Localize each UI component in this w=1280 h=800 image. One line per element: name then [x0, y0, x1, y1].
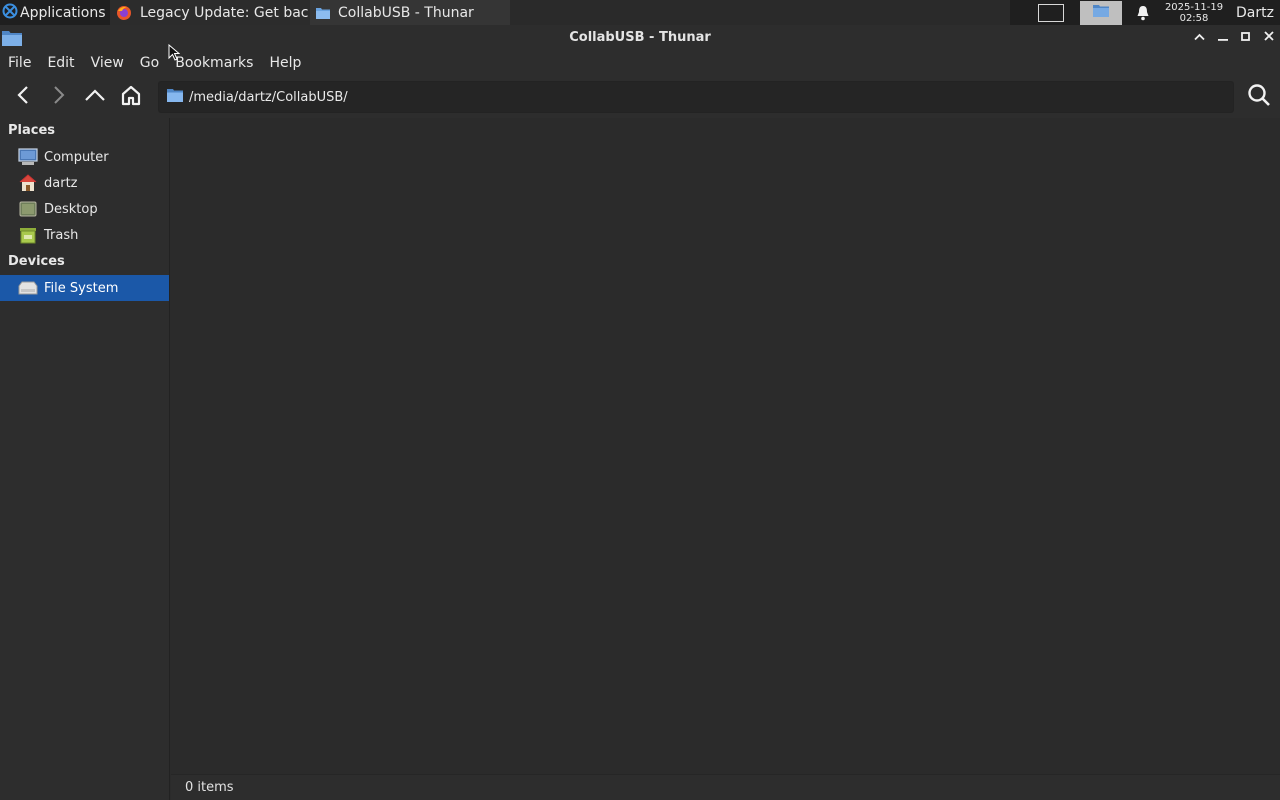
- sidebar-item-trash[interactable]: Trash: [0, 222, 169, 248]
- desktop-icon: [18, 200, 38, 218]
- applications-label: Applications: [20, 4, 106, 21]
- trash-icon: [18, 226, 38, 244]
- menu-bookmarks[interactable]: Bookmarks: [175, 55, 253, 71]
- sidebar-item-label: Desktop: [44, 201, 98, 217]
- back-button[interactable]: [8, 82, 38, 112]
- maximize-icon: [1241, 30, 1250, 45]
- sidebar-item-desktop[interactable]: Desktop: [0, 196, 169, 222]
- applications-menu-button[interactable]: Applications: [0, 0, 110, 25]
- home-icon: [120, 84, 142, 110]
- menu-go[interactable]: Go: [140, 55, 159, 71]
- taskbar-task-firefox[interactable]: Legacy Update: Get bac...: [110, 0, 310, 25]
- taskbar: Applications Legacy Update: Get bac... C…: [0, 0, 1280, 25]
- maximize-button[interactable]: [1238, 28, 1253, 46]
- clock[interactable]: 2025-11-19 02:58: [1162, 2, 1226, 24]
- taskbar-tray: 2025-11-19 02:58 Dartz: [1010, 0, 1280, 25]
- sidebar-item-label: dartz: [44, 175, 78, 191]
- window-controls: [1192, 28, 1276, 46]
- computer-icon: [18, 148, 38, 166]
- taskbar-task-label: Legacy Update: Get bac...: [140, 4, 310, 21]
- sidebar-item-label: Computer: [44, 149, 109, 165]
- taskbar-task-thunar[interactable]: CollabUSB - Thunar: [310, 0, 510, 25]
- drive-icon: [18, 279, 38, 297]
- menu-bar: File Edit View Go Bookmarks Help: [0, 50, 1280, 76]
- chevron-right-icon: [53, 85, 65, 109]
- chevron-left-icon: [17, 85, 29, 109]
- taskbar-empty-area: [510, 0, 1010, 25]
- chevron-up-icon: [1194, 30, 1205, 45]
- minimize-button[interactable]: [1215, 28, 1230, 46]
- home-button[interactable]: [116, 82, 146, 112]
- location-path: /media/dartz/CollabUSB/: [189, 89, 348, 105]
- folder-icon: [316, 7, 330, 19]
- close-button[interactable]: [1261, 28, 1276, 46]
- sidebar-item-dartz[interactable]: dartz: [0, 170, 169, 196]
- clock-date: 2025-11-19: [1164, 1, 1224, 13]
- mouse-cursor-icon: [168, 43, 181, 66]
- clock-time: 02:58: [1179, 12, 1209, 24]
- workspace-button[interactable]: [1080, 0, 1122, 25]
- parent-folder-button[interactable]: [80, 82, 110, 112]
- firefox-icon: [116, 5, 132, 21]
- menu-help[interactable]: Help: [269, 55, 301, 71]
- sidebar-item-file-system[interactable]: File System: [0, 275, 169, 301]
- devices-header: Devices: [8, 254, 65, 269]
- home-icon: [18, 174, 38, 192]
- folder-icon: [1093, 4, 1109, 21]
- close-icon: [1263, 30, 1274, 45]
- menu-file[interactable]: File: [8, 55, 31, 71]
- places-header: Places: [8, 123, 56, 138]
- folder-icon[interactable]: [2, 30, 22, 50]
- location-bar[interactable]: /media/dartz/CollabUSB/: [158, 81, 1234, 113]
- user-menu[interactable]: Dartz: [1236, 5, 1280, 21]
- forward-button[interactable]: [44, 82, 74, 112]
- taskbar-task-label: CollabUSB - Thunar: [338, 4, 474, 21]
- chevron-up-icon: [84, 88, 106, 106]
- window-title: CollabUSB - Thunar: [569, 30, 711, 45]
- file-view[interactable]: [171, 118, 1280, 774]
- search-icon: [1247, 83, 1271, 111]
- sidebar: Places Computer dartz Desktop Trash Devi…: [0, 118, 170, 800]
- status-text: 0 items: [185, 780, 234, 795]
- minimize-icon: [1217, 30, 1228, 45]
- search-button[interactable]: [1246, 84, 1272, 110]
- menu-view[interactable]: View: [91, 55, 124, 71]
- sidebar-item-label: File System: [44, 280, 119, 296]
- xfce-logo-icon: [2, 3, 18, 23]
- shade-button[interactable]: [1192, 28, 1207, 46]
- toolbar: /media/dartz/CollabUSB/: [0, 76, 1280, 118]
- status-bar: 0 items: [171, 774, 1280, 800]
- show-desktop-button[interactable]: [1038, 3, 1064, 22]
- folder-icon: [167, 88, 183, 106]
- notification-bell-icon[interactable]: [1136, 5, 1150, 21]
- sidebar-item-computer[interactable]: Computer: [0, 144, 169, 170]
- menu-edit[interactable]: Edit: [47, 55, 74, 71]
- window-titlebar[interactable]: CollabUSB - Thunar: [0, 25, 1280, 50]
- sidebar-item-label: Trash: [44, 227, 79, 243]
